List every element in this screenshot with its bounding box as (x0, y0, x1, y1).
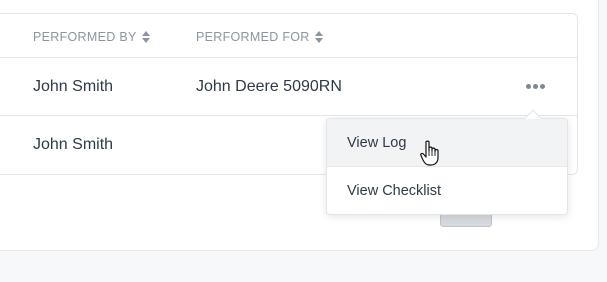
performed-by-cell: John Smith (33, 136, 114, 153)
column-header-label: PERFORMED BY (33, 30, 137, 44)
table-header: PERFORMED BY PERFORMED FOR (0, 14, 577, 58)
actions-dropdown-menu: View Log View Checklist (326, 109, 568, 215)
column-header-performed-by[interactable]: PERFORMED BY (33, 30, 150, 44)
sort-icon (141, 31, 150, 43)
column-header-label: PERFORMED FOR (196, 30, 310, 44)
more-horizontal-icon (525, 76, 546, 94)
table-row: John Smith John Deere 5090RN (0, 58, 577, 116)
performed-by-cell: John Smith (33, 78, 114, 95)
hand-pointer-icon (420, 140, 439, 166)
performed-for-cell: John Deere 5090RN (196, 78, 342, 95)
menu-item-view-checklist[interactable]: View Checklist (327, 167, 567, 215)
menu-item-view-log[interactable]: View Log (327, 119, 567, 167)
sort-icon (314, 31, 323, 43)
column-header-performed-for[interactable]: PERFORMED FOR (196, 30, 323, 44)
more-actions-button[interactable] (522, 75, 548, 95)
